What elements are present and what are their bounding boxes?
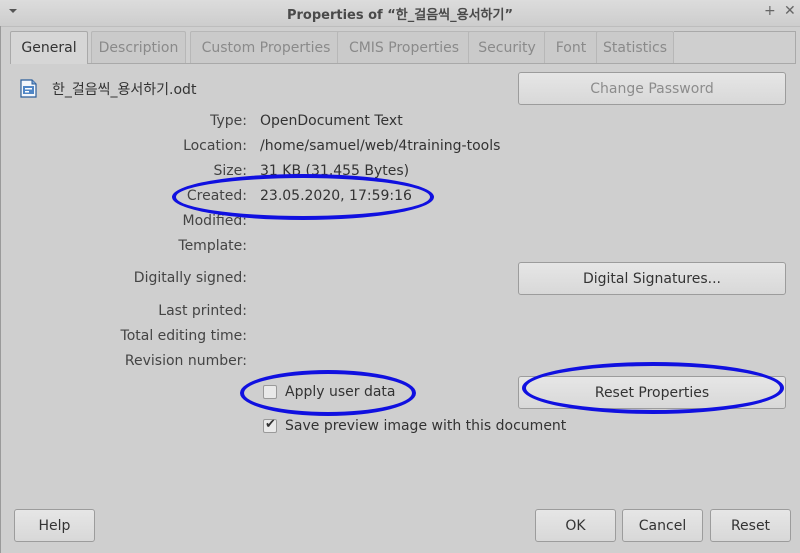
tab-security[interactable]: Security — [468, 31, 546, 63]
modified-label: Modified: — [182, 213, 247, 229]
tab-general[interactable]: General — [10, 31, 88, 64]
location-label: Location: — [183, 138, 247, 154]
digital-signatures-button[interactable]: Digital Signatures... — [518, 262, 786, 295]
tab-cmis-properties[interactable]: CMIS Properties — [337, 31, 471, 63]
checkbox-checked-icon[interactable]: ✔ — [263, 417, 277, 433]
writer-document-icon — [20, 79, 37, 98]
size-value: 31 KB (31,455 Bytes) — [260, 163, 410, 179]
type-value: OpenDocument Text — [260, 113, 403, 129]
title-bar: Properties of “한_걸음씩_용서하기” + ✕ — [0, 0, 800, 27]
tab-custom-properties[interactable]: Custom Properties — [190, 31, 342, 63]
change-password-button[interactable]: Change Password — [518, 72, 786, 105]
digitally-signed-label: Digitally signed: — [133, 270, 247, 286]
tab-statistics[interactable]: Statistics — [596, 31, 674, 63]
checkmark-icon: ✔ — [265, 417, 276, 432]
save-preview-label: Save preview image with this document — [285, 418, 567, 434]
last-printed-label: Last printed: — [158, 303, 247, 319]
window-border — [0, 26, 1, 553]
location-value: /home/samuel/web/4training-tools — [260, 138, 501, 154]
file-name: 한_걸음씩_용서하기.odt — [52, 82, 197, 98]
checkbox-unchecked-icon[interactable] — [263, 385, 277, 399]
reset-properties-button[interactable]: Reset Properties — [518, 376, 786, 409]
template-label: Template: — [178, 238, 247, 254]
size-label: Size: — [213, 163, 247, 179]
help-button[interactable]: Help — [14, 509, 95, 542]
cancel-button[interactable]: Cancel — [622, 509, 703, 542]
tab-bar: General Description Custom Properties CM… — [10, 31, 796, 64]
reset-button[interactable]: Reset — [710, 509, 791, 542]
pin-icon[interactable]: + — [764, 3, 776, 19]
apply-user-data-checkbox[interactable]: Apply user data — [263, 384, 396, 400]
tab-description[interactable]: Description — [91, 31, 186, 63]
type-label: Type: — [210, 113, 247, 129]
window-title: Properties of “한_걸음씩_용서하기” — [286, 8, 514, 23]
close-icon[interactable]: ✕ — [784, 3, 796, 19]
tab-font[interactable]: Font — [544, 31, 598, 63]
created-value: 23.05.2020, 17:59:16 — [260, 188, 412, 204]
tab-bar-fill — [674, 31, 796, 64]
ok-button[interactable]: OK — [535, 509, 616, 542]
apply-user-data-label: Apply user data — [285, 384, 396, 400]
created-label: Created: — [186, 188, 247, 204]
revision-number-label: Revision number: — [124, 353, 247, 369]
total-editing-time-label: Total editing time: — [120, 328, 247, 344]
save-preview-checkbox[interactable]: ✔ Save preview image with this document — [263, 417, 567, 434]
